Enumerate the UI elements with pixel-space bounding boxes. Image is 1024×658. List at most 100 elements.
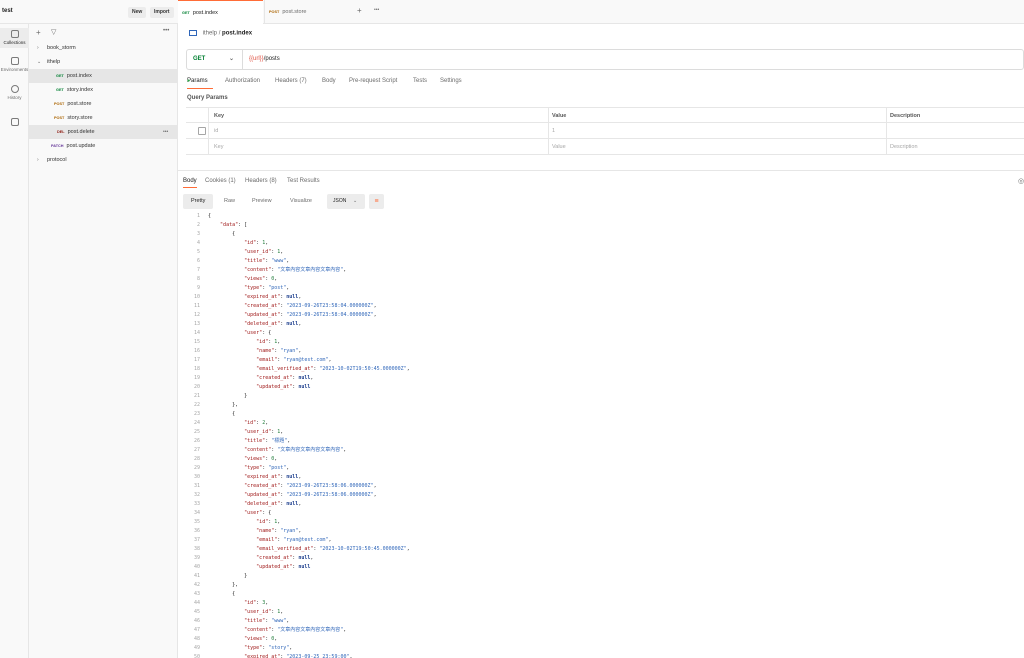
code-text: "email": "ryan@test.com", [208,356,331,365]
code-token: "views" [244,276,266,282]
more-options-icon[interactable]: ••• [163,125,168,139]
active-tab-underline [183,187,197,188]
line-number: 40 [193,564,200,570]
code-token: , [274,456,278,462]
globe-icon[interactable]: ◎ [1018,177,1024,185]
view-raw[interactable]: Raw [216,194,243,209]
code-token: , [373,492,377,498]
new-button[interactable]: New [128,7,147,18]
code-text: "name": "ryan", [208,347,301,356]
code-text: "email": "ryan@test.com", [208,536,331,545]
breadcrumb-parent[interactable]: ithelp [203,31,217,37]
tree-request-post-store[interactable]: POST post.store [29,97,177,111]
tab-options-icon[interactable]: ••• [374,7,379,13]
code-text: "type": "story", [208,644,292,653]
param-value[interactable]: 1 [552,123,555,139]
tree-request-story-store[interactable]: POST story.store [29,111,177,125]
code-token: "id" [244,600,257,606]
tab-body[interactable]: Body [322,78,336,84]
url-variable: {{url}} [249,56,264,62]
param-checkbox[interactable] [198,127,206,135]
tab-test-results[interactable]: Test Results [287,178,320,184]
code-token: "content" [244,267,272,273]
view-visualize[interactable]: Visualize [282,194,320,209]
line-number: 20 [193,384,200,390]
line-number: 38 [193,546,200,552]
view-pretty[interactable]: Pretty [183,194,214,209]
add-icon[interactable]: + [36,28,41,37]
tab-response-headers[interactable]: Headers (8) [245,178,277,184]
tab-post-store[interactable]: POST post.store [264,0,349,24]
code-token: , [265,420,269,426]
workspace-name[interactable]: test [2,8,13,14]
code-token: "2023-09-26T23:58:06.000000Z" [286,492,374,498]
code-text: "id": 1, [208,518,280,527]
code-token: { [208,591,236,597]
code-text: "created_at": "2023-09-26T23:58:04.00000… [208,302,376,311]
tab-pre-request-script[interactable]: Pre-request Script [349,78,397,84]
filter-icon[interactable]: ▽ [51,28,56,36]
breadcrumb-current[interactable]: post.index [222,31,252,37]
tab-tests[interactable]: Tests [413,78,427,84]
tree-request-post-update[interactable]: PATCH post.update [29,139,177,153]
tree-folder-book-storm[interactable]: › book_storm [29,41,177,55]
code-token: "title" [244,618,266,624]
line-number: 36 [193,528,200,534]
line-number: 46 [193,618,200,624]
code-token: "updated_at" [256,564,293,570]
code-token: "content" [244,447,272,453]
tree-request-post-delete[interactable]: DEL post.delete ••• [29,125,177,139]
rail-environments[interactable]: Environments [0,55,29,75]
rail-history[interactable]: History [0,83,29,103]
method-select[interactable]: GET ⌄ [187,50,243,69]
collections-sidebar: + ▽ ••• › book_storm ⌄ ithelp GET post.in… [29,24,178,658]
tab-response-body[interactable]: Body [183,178,197,184]
param-key[interactable]: id [214,123,218,139]
code-token: , [328,357,332,363]
tab-authorization[interactable]: Authorization [225,78,260,84]
url-input[interactable]: {{url}}/posts [249,50,280,69]
param-description-placeholder[interactable]: Description [890,139,918,155]
param-value-placeholder[interactable]: Value [552,139,566,155]
wrap-lines-icon[interactable]: ≡ [369,194,384,209]
code-text: "id": 2, [208,419,268,428]
code-token: , [343,627,347,633]
rail-more[interactable] [0,118,29,130]
code-token: "created_at" [256,555,293,561]
code-text: "title": "www", [208,257,289,266]
tab-cookies[interactable]: Cookies (1) [205,178,236,184]
import-button[interactable]: Import [150,7,174,18]
param-key-placeholder[interactable]: Key [214,139,223,155]
code-text: } [208,392,247,401]
code-token: : [ [238,222,248,228]
tab-headers[interactable]: Headers (7) [275,78,307,84]
code-text: "updated_at": "2023-09-26T23:58:06.00000… [208,491,377,500]
code-token: "ryan@test.com" [283,537,329,543]
code-token: "id" [256,519,269,525]
rail-collections[interactable]: Collections [0,28,29,48]
tab-post-index[interactable]: GET post.index [178,0,263,24]
new-tab-icon[interactable]: + [357,6,362,15]
line-number: 9 [196,285,200,291]
chevron-right-icon: › [37,157,39,163]
format-select[interactable]: JSON ⌄ [327,194,365,209]
line-number: 12 [193,312,200,318]
tree-folder-protocol[interactable]: › protocol [29,153,177,167]
code-text: "views": 0, [208,275,277,284]
code-token: "id" [256,339,269,345]
tab-settings[interactable]: Settings [440,78,462,84]
column-divider [886,107,887,155]
line-number: 30 [193,474,200,480]
tree-folder-ithelp[interactable]: ⌄ ithelp [29,55,177,69]
line-number: 3 [196,231,200,237]
response-code-viewer[interactable]: 1 {2 "data": [3 {4 "id": 1, 5 "user_id": 1… [186,212,1024,658]
tree-request-post-index[interactable]: GET post.index [29,69,177,83]
line-number: 7 [196,267,200,273]
view-preview[interactable]: Preview [244,194,280,209]
tree-request-story-index[interactable]: GET story.index [29,83,177,97]
method-badge: POST [54,116,65,120]
more-options-icon[interactable]: ••• [163,28,169,34]
